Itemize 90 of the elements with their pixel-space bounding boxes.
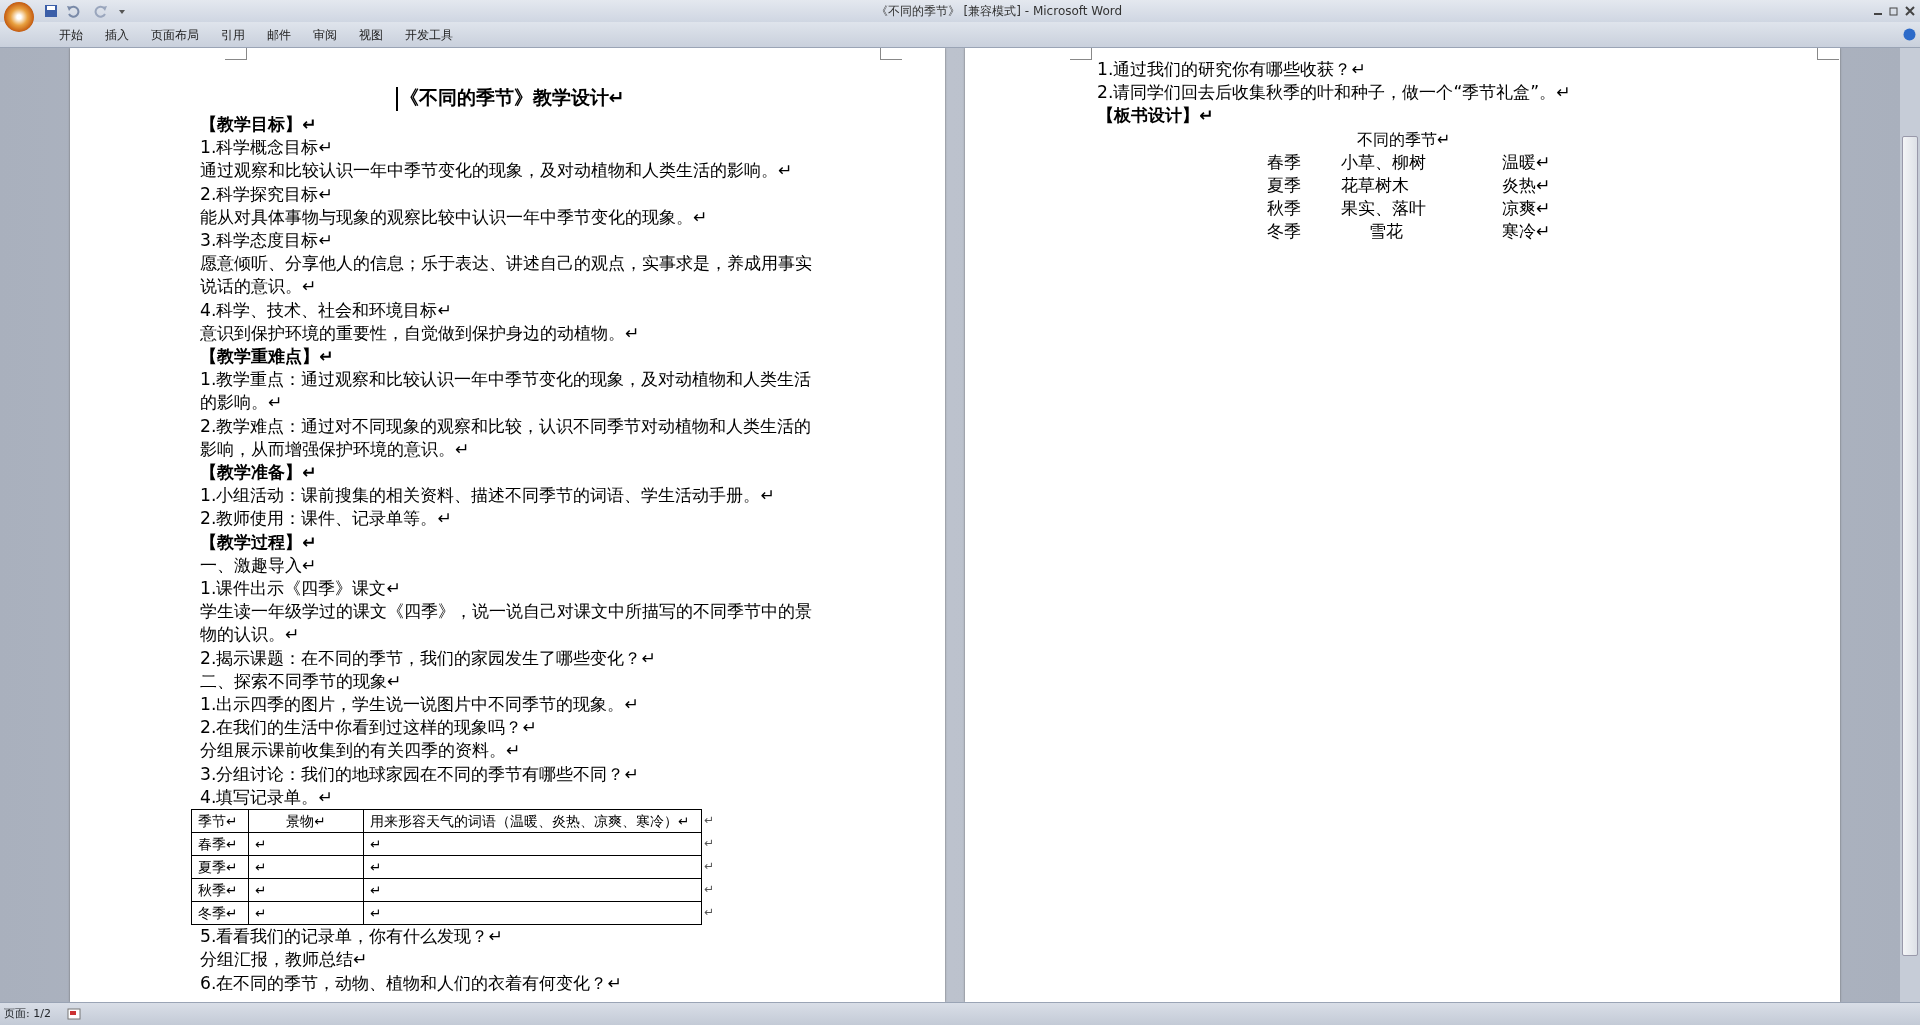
row-end-mark: ↵ bbox=[703, 812, 715, 830]
column-header: 景物↵ bbox=[248, 809, 364, 833]
board-text: 秋季 bbox=[1267, 198, 1301, 219]
row-end-mark: ↵ bbox=[703, 835, 715, 853]
paragraph: 1.出示四季的图片，学生说一说图片中不同季节的现象。↵ bbox=[200, 693, 640, 717]
board-text: 雪花 bbox=[1369, 221, 1403, 242]
board-text: 夏季 bbox=[1267, 175, 1301, 195]
board-text: 凉爽↵ bbox=[1502, 198, 1551, 219]
paragraph: 1.科学概念目标↵ bbox=[200, 136, 334, 160]
ribbon-tab[interactable]: 引用 bbox=[210, 23, 256, 46]
paragraph: 3.分组讨论：我们的地球家园在不同的季节有哪些不同？↵ bbox=[200, 762, 640, 786]
column-header: 季节↵ bbox=[191, 809, 249, 833]
paragraph: 学生读一年级学过的课文《四季》，说一说自己对课文中所描写的不同季节中的景物的认识。↵ bbox=[200, 600, 813, 647]
save-icon[interactable] bbox=[44, 4, 58, 18]
paragraph: 4.填写记录单。↵ bbox=[200, 785, 334, 809]
table-cell: ↵ bbox=[248, 832, 364, 856]
paragraph: 2.揭示课题：在不同的季节，我们的家园发生了哪些变化？↵ bbox=[200, 646, 657, 670]
page-indicator[interactable]: 页面: 1/2 bbox=[4, 1005, 51, 1023]
restore-icon[interactable] bbox=[1888, 5, 1900, 17]
board-text: 温暖↵ bbox=[1502, 151, 1551, 172]
table-cell: 秋季↵ bbox=[191, 878, 249, 902]
margin-corner-mark bbox=[1817, 48, 1839, 60]
board-text: 春季 bbox=[1267, 151, 1301, 172]
section-heading: 【教学目标】↵ bbox=[200, 113, 318, 136]
text-cursor bbox=[395, 86, 398, 111]
board-title: 不同的季节↵ bbox=[1357, 128, 1451, 151]
vertical-scrollbar[interactable] bbox=[1900, 48, 1920, 1002]
row-end-mark: ↵ bbox=[703, 881, 715, 899]
ribbon-tab[interactable]: 插入 bbox=[94, 23, 140, 46]
margin-corner-mark bbox=[225, 48, 247, 60]
close-icon[interactable] bbox=[1904, 5, 1916, 17]
section-heading: 【教学过程】↵ bbox=[200, 530, 318, 554]
paragraph: 意识到保护环境的重要性，自觉做到保护身边的动植物。↵ bbox=[200, 321, 641, 345]
section-heading: 【教学准备】↵ bbox=[200, 461, 318, 485]
ribbon-tab[interactable]: 邮件 bbox=[256, 23, 302, 46]
paragraph: 分组汇报，教师总结↵ bbox=[200, 948, 369, 972]
paragraph: 2.请同学们回去后收集秋季的叶和种子，做一个“季节礼盒”。↵ bbox=[1097, 81, 1572, 105]
paragraph: 1.教学重点：通过观察和比较认识一年中季节变化的现象，及对动植物和人类生活的影响。↵ bbox=[200, 368, 813, 415]
table-cell: 夏季↵ bbox=[191, 855, 249, 879]
dropdown-icon[interactable] bbox=[118, 7, 126, 15]
ribbon-tab[interactable]: 开发工具 bbox=[394, 23, 464, 46]
office-button-icon[interactable] bbox=[4, 2, 34, 32]
paragraph: 愿意倾听、分享他人的信息；乐于表达、讲述自己的观点，实事求是，养成用事实说话的意识。↵ bbox=[200, 252, 813, 299]
window-title: 《不同的季节》 [兼容模式] - Microsoft Word bbox=[874, 3, 1124, 20]
paragraph: 5.看看我们的记录单，你有什么发现？↵ bbox=[200, 925, 504, 949]
section-heading: 【板书设计】↵ bbox=[1097, 104, 1215, 128]
language-icon[interactable] bbox=[66, 1008, 81, 1020]
table-cell: 冬季↵ bbox=[191, 901, 249, 925]
paragraph: 1.课件出示《四季》课文↵ bbox=[200, 577, 402, 601]
ribbon-tab[interactable]: 审阅 bbox=[302, 23, 348, 46]
table-cell: ↵ bbox=[363, 878, 702, 902]
paragraph: 4.科学、技术、社会和环境目标↵ bbox=[200, 298, 453, 322]
undo-icon[interactable] bbox=[66, 4, 80, 18]
row-end-mark: ↵ bbox=[703, 858, 715, 876]
paragraph: 二、探索不同季节的现象↵ bbox=[200, 669, 403, 693]
column-header: 用来形容天气的词语（温暖、炎热、凉爽、寒冷）↵ bbox=[363, 809, 702, 833]
paragraph: 1.小组活动：课前搜集的相关资料、描述不同季节的词语、学生活动手册。↵ bbox=[200, 484, 776, 508]
table-cell: ↵ bbox=[248, 855, 364, 879]
paragraph: 分组展示课前收集到的有关四季的资料。↵ bbox=[200, 739, 522, 763]
paragraph: 能从对具体事物与现象的观察比较中认识一年中季节变化的现象。↵ bbox=[200, 205, 709, 229]
table-cell: ↵ bbox=[248, 878, 364, 902]
paragraph: 3.科学态度目标↵ bbox=[200, 229, 334, 252]
table-cell: ↵ bbox=[363, 855, 702, 879]
margin-corner-mark bbox=[1070, 48, 1092, 60]
ribbon-tab[interactable]: 页面布局 bbox=[140, 23, 210, 46]
section-heading: 【教学重难点】↵ bbox=[200, 345, 335, 369]
scroll-thumb[interactable] bbox=[1902, 136, 1918, 956]
ribbon-tab[interactable]: 开始 bbox=[48, 23, 94, 46]
margin-corner-mark bbox=[880, 48, 902, 60]
board-text: 花草树木 bbox=[1341, 175, 1409, 195]
paragraph: 通过观察和比较认识一年中季节变化的现象，及对动植物和人类生活的影响。↵ bbox=[200, 159, 794, 183]
board-text: 小草、柳树 bbox=[1341, 151, 1426, 172]
paragraph: 1.通过我们的研究你有哪些收获？↵ bbox=[1097, 58, 1367, 81]
row-end-mark: ↵ bbox=[703, 904, 715, 922]
board-text: 果实、落叶 bbox=[1341, 198, 1426, 219]
board-text: 冬季 bbox=[1267, 221, 1301, 242]
board-text: 炎热↵ bbox=[1502, 175, 1551, 195]
table-cell: ↵ bbox=[363, 901, 702, 925]
paragraph: 2.科学探究目标↵ bbox=[200, 182, 334, 206]
paragraph: 一、激趣导入↵ bbox=[200, 553, 318, 577]
paragraph: 2.教学难点：通过对不同现象的观察和比较，认识不同季节对动植物和人类生活的影响，从而增强保护环境的意识。↵ bbox=[200, 414, 813, 461]
ribbon-tab[interactable]: 视图 bbox=[348, 23, 394, 46]
table-cell: 春季↵ bbox=[191, 832, 249, 856]
table-cell: ↵ bbox=[363, 832, 702, 856]
document-title: 《不同的季节》教学设计↵ bbox=[399, 86, 625, 108]
paragraph: 6.在不同的季节，动物、植物和人们的衣着有何变化？↵ bbox=[200, 971, 623, 995]
paragraph: 2.教师使用：课件、记录单等。↵ bbox=[200, 507, 453, 531]
board-text: 寒冷↵ bbox=[1502, 221, 1551, 242]
table-cell: ↵ bbox=[248, 901, 364, 925]
paragraph: 2.在我们的生活中你看到过这样的现象吗？↵ bbox=[200, 716, 538, 740]
